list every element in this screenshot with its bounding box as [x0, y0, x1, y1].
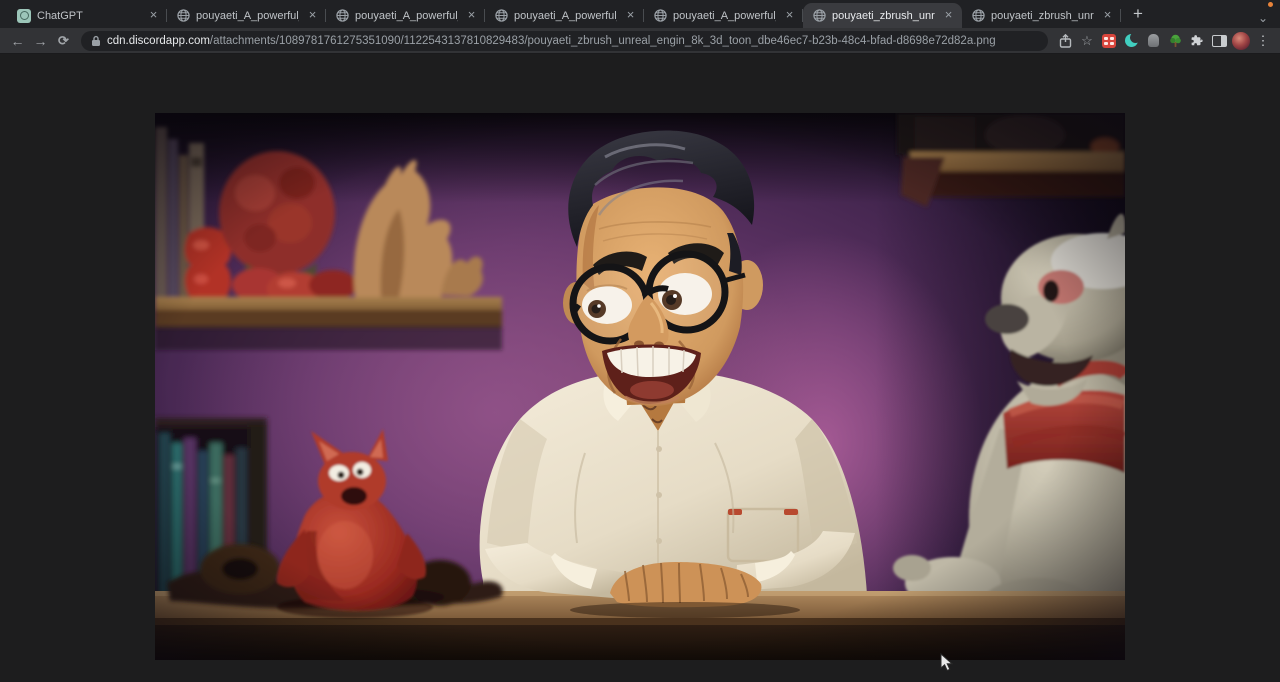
- tab-active[interactable]: pouyaeti_zbrush_unreal_engin ×: [803, 3, 962, 28]
- tab-close-button[interactable]: ×: [623, 8, 638, 23]
- bookmark-star-icon[interactable]: ☆: [1077, 31, 1097, 51]
- tab-0[interactable]: ChatGPT ×: [8, 3, 167, 28]
- rendered-image: [155, 113, 1125, 660]
- globe-favicon-icon: [971, 9, 985, 23]
- tab-label: pouyaeti_A_powerful_modern: [514, 10, 617, 22]
- globe-favicon-icon: [335, 9, 349, 23]
- new-tab-button[interactable]: +: [1125, 1, 1151, 27]
- globe-favicon-icon: [494, 9, 508, 23]
- tab-3[interactable]: pouyaeti_A_powerful_modern ×: [485, 3, 644, 28]
- lock-icon: [91, 35, 101, 47]
- globe-favicon-icon: [812, 9, 826, 23]
- tab-6[interactable]: pouyaeti_zbrush_unreal_engi ×: [962, 3, 1121, 28]
- reload-button[interactable]: ⟳: [53, 30, 74, 51]
- red-grid-extension-icon[interactable]: [1099, 31, 1119, 51]
- share-icon[interactable]: [1055, 31, 1075, 51]
- tab-close-button[interactable]: ×: [146, 8, 161, 23]
- profile-avatar[interactable]: [1231, 31, 1251, 51]
- tab-label: pouyaeti_zbrush_unreal_engi: [991, 10, 1094, 22]
- tab-close-button[interactable]: ×: [782, 8, 797, 23]
- tab-close-button[interactable]: ×: [464, 8, 479, 23]
- tabs-container: ChatGPT×pouyaeti_A_powerful_modern×pouya…: [8, 3, 1121, 28]
- dark-reader-moon-icon[interactable]: [1121, 31, 1141, 51]
- url-text: cdn.discordapp.com/attachments/108978176…: [107, 35, 996, 47]
- main-image[interactable]: [155, 113, 1125, 660]
- tree-extension-icon[interactable]: [1165, 31, 1185, 51]
- back-button[interactable]: ←: [7, 30, 28, 51]
- tab-2[interactable]: pouyaeti_A_powerful_modern ×: [326, 3, 485, 28]
- forward-button[interactable]: →: [30, 30, 51, 51]
- tab-close-button[interactable]: ×: [305, 8, 320, 23]
- globe-favicon-icon: [176, 9, 190, 23]
- tab-label: ChatGPT: [37, 10, 140, 22]
- tab-label: pouyaeti_A_powerful_modern: [673, 10, 776, 22]
- extensions-puzzle-icon[interactable]: [1187, 31, 1207, 51]
- tab-label: pouyaeti_A_powerful_modern: [355, 10, 458, 22]
- globe-favicon-icon: [653, 9, 667, 23]
- chatgpt-favicon-icon: [17, 9, 31, 23]
- side-panel-icon[interactable]: [1209, 31, 1229, 51]
- tab-label: pouyaeti_zbrush_unreal_engin: [832, 10, 935, 22]
- tab-strip: ChatGPT×pouyaeti_A_powerful_modern×pouya…: [0, 0, 1280, 28]
- tab-1[interactable]: pouyaeti_A_powerful_modern ×: [167, 3, 326, 28]
- url-domain: cdn.discordapp.com: [107, 35, 210, 47]
- update-notification-dot: [1268, 2, 1273, 7]
- gray-extension-icon[interactable]: [1143, 31, 1163, 51]
- address-bar[interactable]: cdn.discordapp.com/attachments/108978176…: [81, 31, 1048, 51]
- toolbar: ← → ⟳ cdn.discordapp.com/attachments/108…: [0, 28, 1280, 54]
- browser-window: ChatGPT×pouyaeti_A_powerful_modern×pouya…: [0, 0, 1280, 682]
- tab-close-button[interactable]: ×: [941, 8, 956, 23]
- tab-4[interactable]: pouyaeti_A_powerful_modern ×: [644, 3, 803, 28]
- page-content: [0, 54, 1280, 682]
- url-path: /attachments/1089781761275351090/1122543…: [210, 35, 996, 47]
- tab-search-chevron-icon[interactable]: ⌄: [1258, 11, 1268, 25]
- tab-close-button[interactable]: ×: [1100, 8, 1115, 23]
- tab-label: pouyaeti_A_powerful_modern: [196, 10, 299, 22]
- menu-icon[interactable]: ⋮: [1253, 31, 1273, 51]
